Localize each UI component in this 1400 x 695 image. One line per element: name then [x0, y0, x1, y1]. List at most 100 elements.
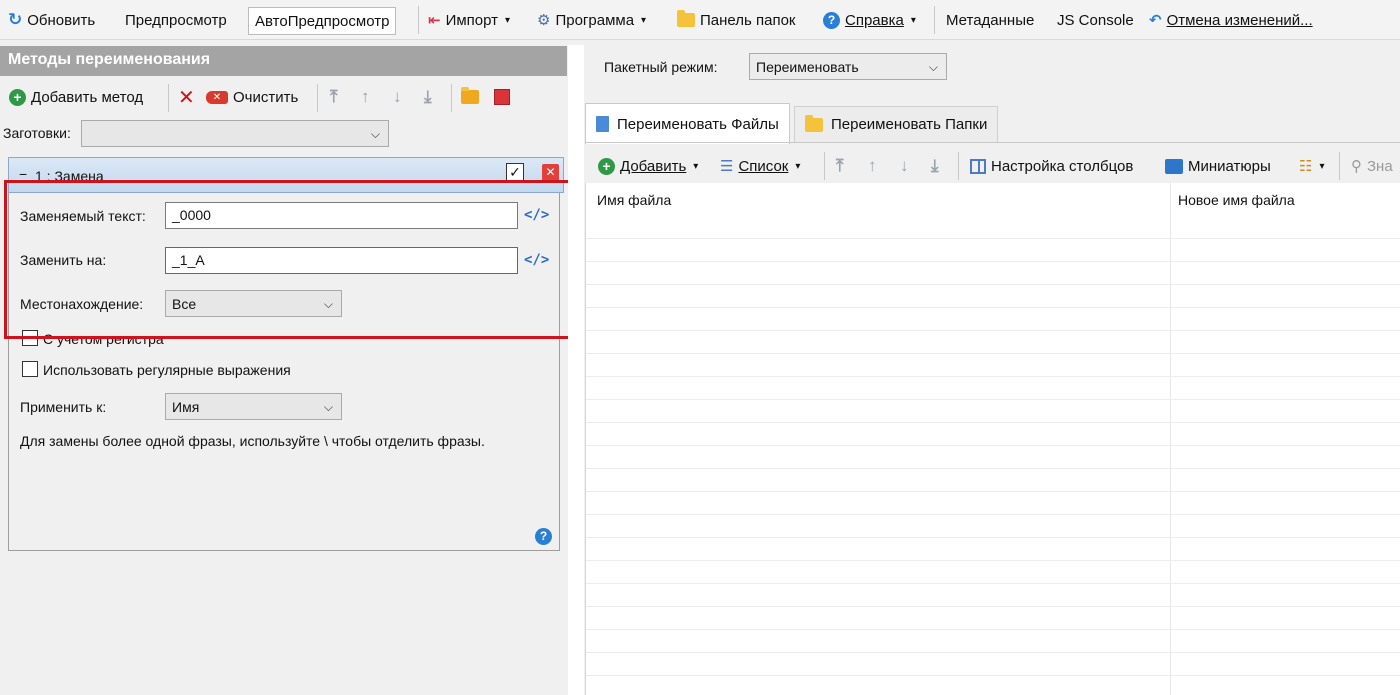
- help-icon: ?: [823, 11, 840, 29]
- move-up-button[interactable]: ↑: [868, 153, 877, 179]
- image-icon: [1165, 158, 1183, 174]
- panel-splitter[interactable]: [568, 45, 584, 695]
- pin-icon: ⚲: [1351, 158, 1362, 175]
- batch-mode-value: Переименовать: [756, 58, 859, 75]
- remove-method-icon[interactable]: ✕: [542, 164, 559, 181]
- add-method-button[interactable]: + Добавить метод: [9, 84, 143, 110]
- move-bottom-button[interactable]: ⤓: [424, 84, 432, 110]
- js-console-label: JS Console: [1057, 11, 1134, 29]
- columns-settings-button[interactable]: Настройка столбцов: [970, 153, 1133, 179]
- gears-icon: ⚙: [537, 12, 551, 29]
- add-method-label: Добавить метод: [31, 88, 144, 106]
- toolbar-separator: [168, 84, 169, 112]
- column-header-newname[interactable]: Новое имя файла: [1178, 192, 1295, 208]
- save-preset-button[interactable]: [494, 84, 510, 110]
- tab-rename-files[interactable]: Переименовать Файлы: [585, 103, 790, 144]
- refresh-button[interactable]: ↻ Обновить: [8, 7, 95, 33]
- grid-row-line: [586, 583, 1400, 584]
- move-up-button[interactable]: ↑: [361, 84, 370, 110]
- chevron-down-icon: ⌵: [928, 60, 938, 74]
- preview-label: Предпросмотр: [125, 11, 227, 29]
- chevron-down-icon: ▾: [641, 14, 647, 26]
- folders-panel-label: Панель папок: [700, 11, 796, 29]
- folder-icon: [805, 114, 823, 132]
- arrow-down-icon: ↓: [900, 156, 909, 175]
- metadata-button[interactable]: Метаданные: [946, 7, 1034, 33]
- import-label: Импорт: [445, 11, 499, 29]
- refresh-label: Обновить: [27, 11, 96, 29]
- chevron-down-icon: ▾: [693, 160, 699, 172]
- files-grid[interactable]: Имя файла Новое имя файла: [585, 183, 1400, 695]
- toolbar-separator: [418, 6, 419, 34]
- grid-row-line: [586, 468, 1400, 469]
- refresh-icon: ↻: [8, 10, 23, 29]
- thumbnails-label: Миниатюры: [1188, 157, 1271, 175]
- add-icon: +: [9, 88, 26, 106]
- js-console-button[interactable]: JS Console: [1057, 7, 1134, 33]
- grid-row-line: [586, 514, 1400, 515]
- grid-row-line: [586, 675, 1400, 676]
- columns-settings-label: Настройка столбцов: [991, 157, 1134, 175]
- add-icon: +: [598, 157, 615, 175]
- view-options-menu[interactable]: ☷ ▾: [1299, 153, 1324, 179]
- move-down-button[interactable]: ↓: [393, 84, 402, 110]
- preview-button[interactable]: Предпросмотр: [125, 7, 227, 33]
- move-down-button[interactable]: ↓: [900, 153, 909, 179]
- move-top-button[interactable]: ⤒: [836, 153, 844, 179]
- help-label: Справка: [845, 11, 904, 29]
- help-menu[interactable]: ? Справка ▾: [823, 7, 916, 33]
- column-divider[interactable]: [1170, 183, 1171, 695]
- grid-row-line: [586, 261, 1400, 262]
- list-icon: ☰: [720, 158, 734, 175]
- marker-button[interactable]: ⚲ Зна: [1351, 153, 1393, 179]
- arrow-down-icon: ↓: [393, 87, 402, 106]
- batch-mode-dropdown[interactable]: Переименовать ⌵: [749, 53, 947, 80]
- tree-list-icon: ☷: [1299, 158, 1313, 175]
- thumbnails-button[interactable]: Миниатюры: [1165, 153, 1271, 179]
- grid-row-line: [586, 491, 1400, 492]
- save-icon: [494, 89, 510, 105]
- grid-row-line: [586, 399, 1400, 400]
- grid-row-line: [586, 284, 1400, 285]
- autopreview-toggle[interactable]: АвтоПредпросмотр: [248, 7, 397, 35]
- add-files-menu[interactable]: + Добавить ▾: [598, 153, 698, 179]
- grid-row-line: [586, 652, 1400, 653]
- tab-rename-folders[interactable]: Переименовать Папки: [794, 106, 999, 142]
- move-bottom-icon: ⤓: [931, 156, 939, 175]
- chevron-down-icon: ▾: [910, 14, 916, 26]
- program-label: Программа: [555, 11, 635, 29]
- grid-row-line: [586, 307, 1400, 308]
- method-enabled-checkbox[interactable]: ✓: [506, 163, 524, 181]
- help-icon[interactable]: ?: [535, 528, 552, 545]
- import-icon: ⇤: [428, 12, 441, 29]
- panel-title: Методы переименования: [0, 46, 567, 76]
- grid-row-line: [586, 422, 1400, 423]
- eraser-icon: ✕: [206, 90, 228, 104]
- chevron-down-icon: ⌵: [370, 127, 380, 141]
- grid-row-line: [586, 353, 1400, 354]
- presets-dropdown[interactable]: ⌵: [81, 120, 389, 147]
- grid-row-line: [586, 376, 1400, 377]
- column-header-filename[interactable]: Имя файла: [597, 192, 671, 208]
- move-bottom-button[interactable]: ⤓: [931, 153, 939, 179]
- chevron-down-icon: ▾: [1319, 160, 1325, 172]
- list-menu[interactable]: ☰ Список ▾: [720, 153, 800, 179]
- toolbar-separator: [1339, 152, 1340, 180]
- regex-checkbox[interactable]: [22, 361, 38, 377]
- autopreview-label: АвтоПредпросмотр: [255, 12, 390, 30]
- highlight-frame: [4, 180, 614, 339]
- folders-panel-button[interactable]: Панель папок: [677, 7, 795, 33]
- move-top-button[interactable]: ⤒: [330, 84, 338, 110]
- metadata-label: Метаданные: [946, 11, 1035, 29]
- apply-to-dropdown[interactable]: Имя ⌵: [165, 393, 342, 420]
- program-menu[interactable]: ⚙ Программа ▾: [537, 7, 646, 33]
- open-preset-button[interactable]: [461, 84, 479, 110]
- grid-row-line: [586, 330, 1400, 331]
- import-menu[interactable]: ⇤ Импорт ▾: [428, 7, 510, 33]
- remove-method-button[interactable]: ✕: [178, 84, 195, 110]
- clear-button[interactable]: ✕ Очистить: [206, 84, 298, 110]
- undo-button[interactable]: ↶ Отмена изменений...: [1149, 7, 1313, 33]
- add-files-label: Добавить: [620, 157, 687, 175]
- tab-rename-files-label: Переименовать Файлы: [617, 115, 779, 133]
- tab-divider: [585, 142, 1400, 143]
